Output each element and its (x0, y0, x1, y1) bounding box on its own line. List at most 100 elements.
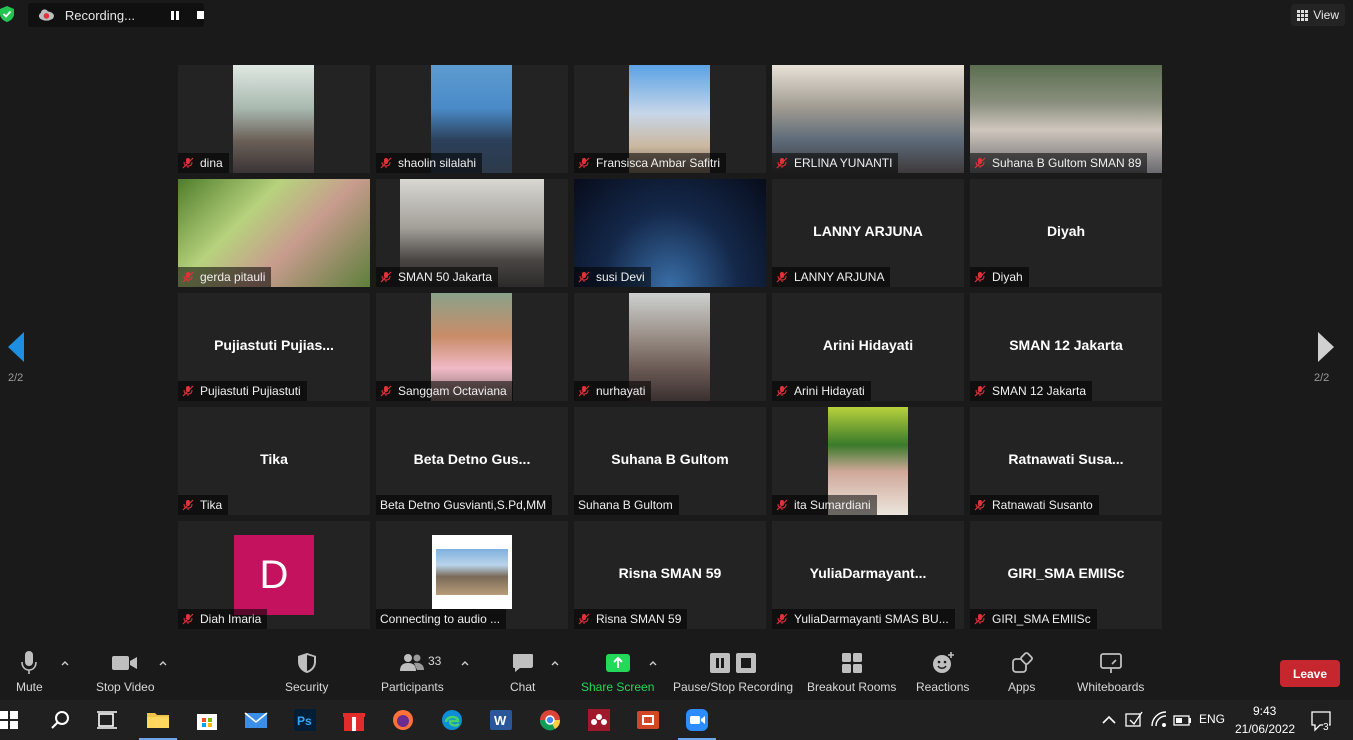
participant-tile[interactable]: D Diah Imaria (178, 521, 370, 629)
pause-stop-icon (710, 653, 757, 673)
participant-tile[interactable]: Connecting to audio ... (376, 521, 568, 629)
participant-tile[interactable]: Suhana B Gultom Suhana B Gultom (574, 407, 766, 515)
muted-mic-icon (578, 613, 590, 625)
view-button[interactable]: View (1291, 4, 1345, 26)
chat-options-chevron-icon[interactable] (550, 658, 560, 668)
chat-button[interactable]: Chat (510, 650, 535, 694)
stop-video-button[interactable]: Stop Video (96, 650, 155, 694)
reactions-label: Reactions (916, 680, 970, 694)
network-icon[interactable] (1150, 710, 1170, 730)
participant-tile[interactable]: GIRI_SMA EMIISc GIRI_SMA EMIISc (970, 521, 1162, 629)
participant-tile[interactable]: LANNY ARJUNA LANNY ARJUNA (772, 179, 964, 287)
task-view-icon[interactable] (95, 708, 119, 732)
muted-mic-icon (578, 271, 590, 283)
participant-tile[interactable]: SMAN 12 Jakarta SMAN 12 Jakarta (970, 293, 1162, 401)
video-camera-icon (112, 656, 138, 670)
participant-tile[interactable]: Suhana B Gultom SMAN 89 (970, 65, 1162, 173)
participant-count: 33 (428, 654, 442, 668)
participant-tile[interactable]: Diyah Diyah (970, 179, 1162, 287)
photoshop-icon[interactable]: Ps (293, 708, 317, 732)
participant-tile[interactable]: Arini Hidayati Arini Hidayati (772, 293, 964, 401)
leave-button[interactable]: Leave (1280, 660, 1340, 687)
participant-display-name: Suhana B Gultom (611, 451, 729, 467)
participant-name: Tika (200, 498, 223, 512)
participant-tile[interactable]: nurhayati (574, 293, 766, 401)
file-explorer-icon[interactable] (146, 708, 170, 732)
pause-recording-button[interactable] (170, 10, 179, 20)
participant-tile[interactable]: Ratnawati Susa... Ratnawati Susanto (970, 407, 1162, 515)
mute-button[interactable]: Mute (16, 650, 43, 694)
zoom-app-icon[interactable] (685, 708, 709, 732)
mendeley-icon[interactable] (587, 708, 611, 732)
clock-time[interactable]: 9:43 (1253, 704, 1276, 718)
breakout-rooms-button[interactable]: Breakout Rooms (807, 650, 896, 694)
microsoft-store-icon[interactable] (195, 708, 219, 732)
participant-tile[interactable]: Risna SMAN 59 Risna SMAN 59 (574, 521, 766, 629)
participant-tile[interactable]: Beta Detno Gus... Beta Detno Gusvianti,S.… (376, 407, 568, 515)
participant-tile[interactable]: Fransisca Ambar Safitri (574, 65, 766, 173)
language-indicator[interactable]: ENG (1199, 712, 1225, 726)
participant-name-label: Sanggam Octaviana (376, 381, 513, 401)
muted-mic-icon (974, 157, 986, 169)
recording-label: Recording... (64, 7, 135, 23)
participant-tile[interactable]: dina (178, 65, 370, 173)
apps-button[interactable]: Apps (1008, 650, 1035, 694)
security-shield-icon (297, 653, 316, 673)
windows-start-icon[interactable] (0, 711, 18, 729)
firefox-icon[interactable] (391, 708, 415, 732)
participant-tile[interactable]: Tika Tika (178, 407, 370, 515)
notification-count: 3 (1323, 722, 1329, 733)
participant-name-label: nurhayati (574, 381, 652, 401)
apps-icon (1011, 652, 1033, 673)
breakout-rooms-label: Breakout Rooms (807, 680, 897, 694)
search-icon[interactable] (49, 708, 73, 732)
share-screen-button[interactable]: Share Screen (581, 650, 654, 694)
chrome-icon[interactable] (538, 708, 562, 732)
participant-tile[interactable]: SMAN 50 Jakarta (376, 179, 568, 287)
clock-date[interactable]: 21/06/2022 (1235, 722, 1295, 736)
video-options-chevron-icon[interactable] (158, 658, 168, 668)
edge-icon[interactable] (440, 708, 464, 732)
mail-icon[interactable] (244, 708, 268, 732)
participant-tile[interactable]: ita Sumardiani (772, 407, 964, 515)
pause-stop-recording-button[interactable]: Pause/Stop Recording (673, 650, 793, 694)
muted-mic-icon (380, 385, 392, 397)
security-button[interactable]: Security (285, 650, 328, 694)
participant-display-name: Tika (260, 451, 288, 467)
mute-options-chevron-icon[interactable] (60, 658, 70, 668)
wifi-status-icon[interactable] (1124, 710, 1144, 730)
reactions-button[interactable]: Reactions (916, 650, 969, 694)
recording-indicator: Recording... (28, 3, 204, 27)
participants-options-chevron-icon[interactable] (460, 658, 470, 668)
tray-chevron-up-icon[interactable] (1100, 711, 1118, 729)
word-icon[interactable]: W (489, 708, 513, 732)
participant-name-label: Pujiastuti Pujiastuti (178, 381, 307, 401)
participant-tile[interactable]: ERLINA YUNANTI (772, 65, 964, 173)
participant-name-label: Fransisca Ambar Safitri (574, 153, 727, 173)
share-options-chevron-icon[interactable] (648, 658, 658, 668)
participant-tile[interactable]: Pujiastuti Pujias... Pujiastuti Pujiastut… (178, 293, 370, 401)
powerpoint-icon[interactable] (636, 708, 660, 732)
participant-tile[interactable]: shaolin silalahi (376, 65, 568, 173)
battery-icon[interactable] (1173, 710, 1193, 730)
grid-icon (1297, 9, 1309, 21)
participant-name-label: YuliaDarmayanti SMAS BU... (772, 609, 955, 629)
previous-page-arrow-icon[interactable] (6, 330, 26, 364)
participant-name: ERLINA YUNANTI (794, 156, 893, 170)
stop-recording-button[interactable] (196, 11, 204, 19)
participant-name-label: Diyah (970, 267, 1029, 287)
participant-tile[interactable]: YuliaDarmayant... YuliaDarmayanti SMAS BU… (772, 521, 964, 629)
whiteboard-icon (1099, 653, 1122, 673)
participant-name: SMAN 12 Jakarta (992, 384, 1087, 398)
muted-mic-icon (182, 385, 194, 397)
shield-check-icon[interactable] (0, 6, 14, 22)
participant-tile[interactable]: susi Devi (574, 179, 766, 287)
next-page-arrow-icon[interactable] (1316, 330, 1336, 364)
whiteboards-button[interactable]: Whiteboards (1077, 650, 1144, 694)
participant-name-label: Suhana B Gultom (574, 495, 679, 515)
participants-label: Participants (381, 680, 444, 694)
participant-tile[interactable]: Sanggam Octaviana (376, 293, 568, 401)
gift-app-icon[interactable] (342, 708, 366, 732)
participant-name-label: ita Sumardiani (772, 495, 877, 515)
participant-tile[interactable]: gerda pitauli (178, 179, 370, 287)
